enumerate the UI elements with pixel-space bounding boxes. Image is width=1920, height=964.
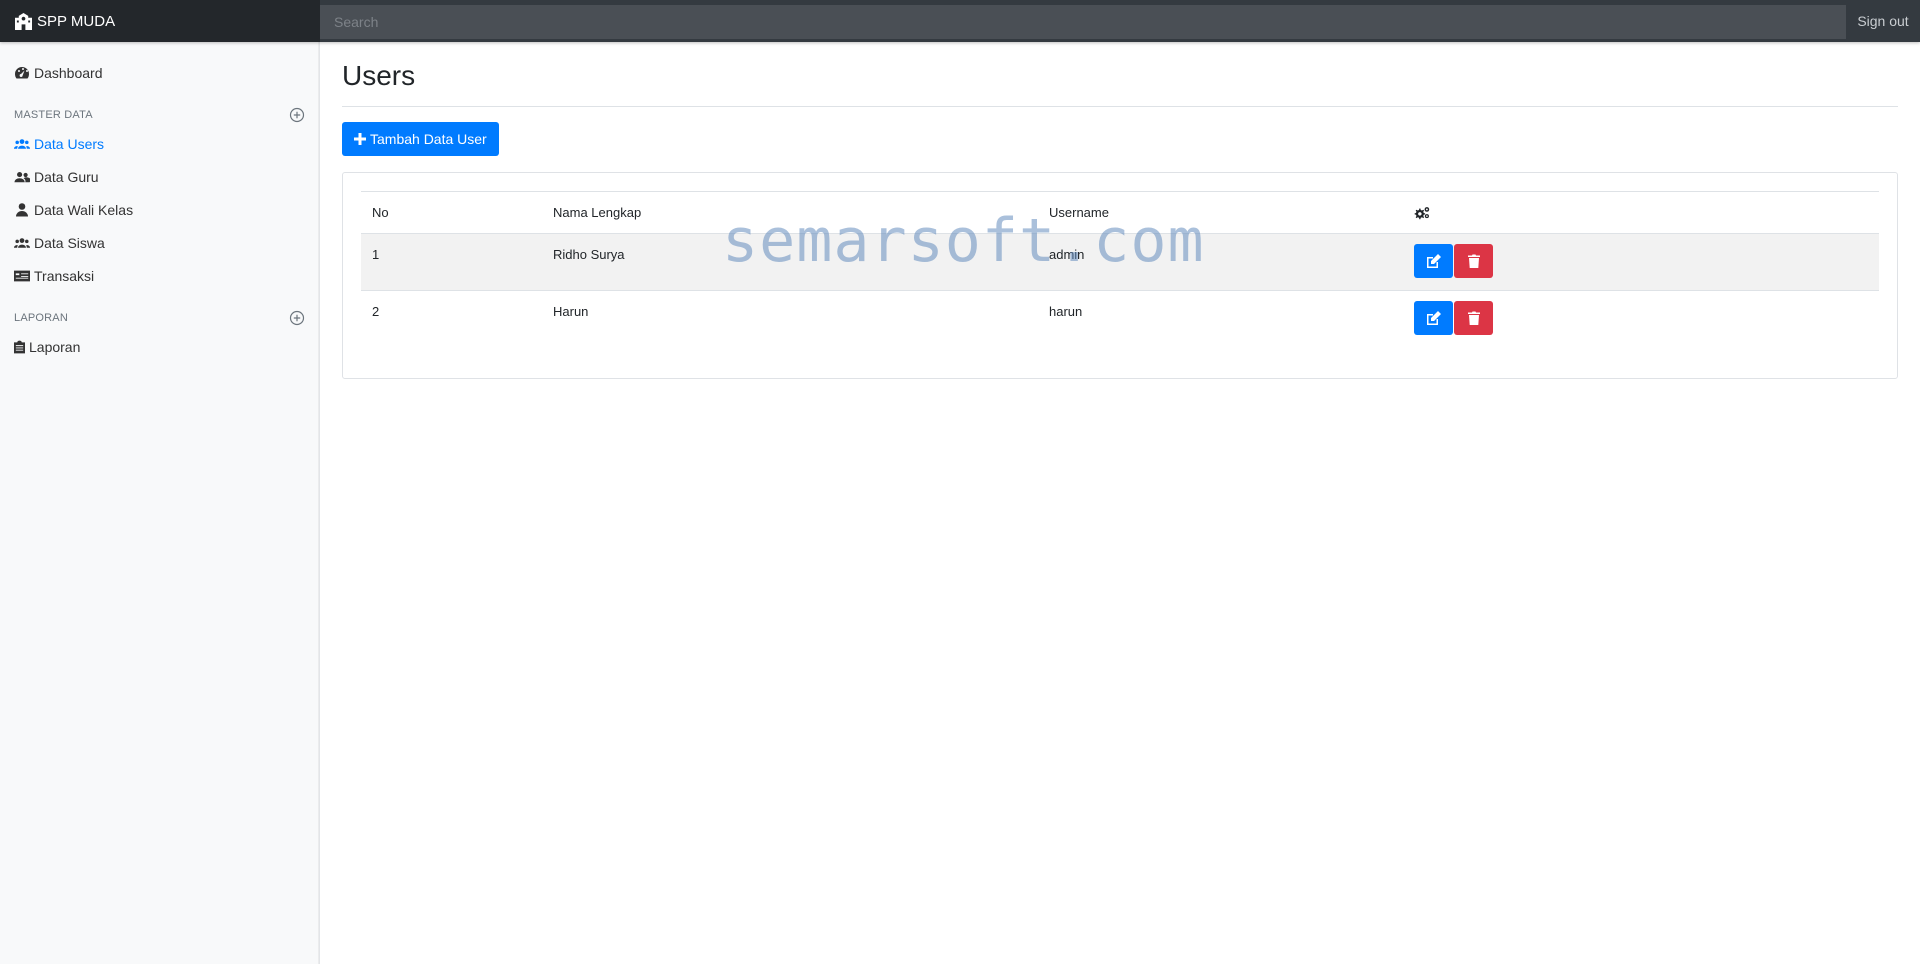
sidebar-item-label: Data Users [34, 135, 105, 152]
sidebar-item-label: Dashboard [34, 64, 103, 81]
section-heading-master-data: MASTER DATA [0, 103, 319, 127]
add-user-button[interactable]: Tambah Data User [342, 122, 499, 156]
sidebar-item-label: Data Guru [34, 168, 99, 185]
edit-icon [1426, 254, 1441, 268]
plus-circle-icon[interactable] [289, 310, 305, 326]
edit-button[interactable] [1414, 301, 1453, 335]
top-navbar: SPP MUDA Sign out [0, 0, 1920, 42]
brand-name: SPP MUDA [37, 12, 116, 30]
plus-icon [354, 133, 366, 145]
sidebar: Dashboard MASTER DATA Data Users Data Gu… [0, 42, 320, 964]
cell-no: 1 [361, 233, 542, 291]
sidebar-item-data-guru[interactable]: Data Guru [0, 160, 319, 193]
cell-nama: Ridho Surya [542, 233, 1038, 291]
sidebar-item-label: Data Siswa [34, 234, 105, 251]
sign-out-link[interactable]: Sign out [1846, 0, 1920, 42]
sidebar-item-laporan[interactable]: Laporan [0, 330, 319, 363]
page-title: Users [342, 60, 416, 91]
trash-icon [1467, 254, 1480, 268]
sidebar-item-label: Transaksi [34, 267, 95, 284]
delete-button[interactable] [1454, 301, 1493, 335]
delete-button[interactable] [1454, 244, 1493, 278]
cell-nama: Harun [553, 304, 589, 319]
section-heading-laporan: LAPORAN [0, 306, 319, 330]
column-header-nama-lengkap: Nama Lengkap [542, 191, 1038, 234]
cogs-icon [1414, 207, 1430, 220]
school-icon [15, 12, 32, 30]
main-content: Users Tambah Data User No Nama Lengkap U… [342, 42, 1898, 379]
edit-button[interactable] [1414, 244, 1453, 278]
sidebar-item-dashboard[interactable]: Dashboard [0, 56, 319, 89]
search-input[interactable] [320, 5, 1846, 39]
cell-actions [1403, 291, 1879, 348]
cell-username: harun [1049, 304, 1083, 319]
cell-no: 2 [372, 304, 380, 319]
sidebar-item-transaksi[interactable]: Transaksi [0, 259, 319, 292]
page-header: Users [342, 42, 1898, 107]
trash-icon [1467, 311, 1480, 325]
table-row: 1 Ridho Surya admin [361, 233, 1879, 291]
sidebar-item-label: Laporan [29, 338, 81, 355]
sidebar-item-data-siswa[interactable]: Data Siswa [0, 226, 319, 259]
user-tie-icon [16, 202, 28, 216]
table-header-row: No Nama Lengkap Username [361, 191, 1879, 234]
users-table-card: No Nama Lengkap Username 1 Ridho Surya a… [342, 172, 1898, 379]
plus-circle-icon[interactable] [289, 107, 305, 123]
column-header-no: No [361, 191, 542, 234]
users-icon [14, 138, 30, 149]
column-header-actions [1403, 191, 1879, 234]
money-check-icon [14, 270, 30, 281]
cell-actions [1403, 233, 1879, 291]
clipboard-list-icon [14, 340, 25, 353]
column-header-username: Username [1038, 191, 1403, 234]
edit-icon [1426, 311, 1441, 325]
cell-username: admin [1038, 233, 1403, 291]
brand-link[interactable]: SPP MUDA [0, 0, 320, 42]
users-table: No Nama Lengkap Username 1 Ridho Surya a… [361, 191, 1879, 348]
sidebar-item-data-wali-kelas[interactable]: Data Wali Kelas [0, 193, 319, 226]
table-row: 2 Harun harun [361, 291, 1879, 348]
users-icon [14, 237, 30, 248]
user-friends-icon [14, 171, 30, 182]
sidebar-item-label: Data Wali Kelas [34, 201, 134, 218]
sidebar-item-data-users[interactable]: Data Users [0, 127, 319, 160]
tachometer-icon [14, 66, 30, 78]
add-user-button-label: Tambah Data User [370, 131, 487, 147]
